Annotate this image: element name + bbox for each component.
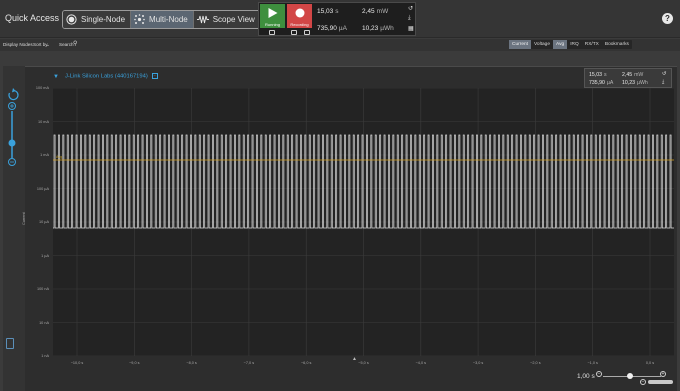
x-tick-label: −7,0 s bbox=[243, 361, 255, 365]
chevron-down-icon: ⌄ bbox=[46, 42, 50, 47]
y-tick-label: 100 mA bbox=[35, 86, 49, 90]
stat-energy: 10,23 µWh bbox=[362, 25, 394, 32]
stat-energy: 10,23 µWh bbox=[622, 80, 648, 86]
current-plot-svg bbox=[53, 88, 674, 356]
stat-time: 15,03 s bbox=[589, 72, 607, 78]
x-tick-label: 0,0 s bbox=[645, 361, 655, 365]
reset-icon[interactable]: ↺ bbox=[662, 71, 666, 77]
y-tick-label: 1 nA bbox=[41, 354, 49, 358]
y-tick-label: 1 mA bbox=[40, 153, 49, 157]
y-tick-label: 100 µA bbox=[36, 186, 49, 191]
stat-current: 735,90 µA bbox=[317, 25, 347, 32]
pan-minus-icon[interactable]: − bbox=[640, 379, 646, 385]
x-tick-label: −10,0 s bbox=[70, 361, 84, 365]
single-node-label: Single-Node bbox=[81, 15, 126, 24]
run-label: Running bbox=[265, 22, 280, 27]
x-axis: −10,0 s −9,0 s −8,0 s −7,0 s −6,0 s −5,0 s −4,… bbox=[53, 361, 674, 369]
scope-view-icon bbox=[196, 15, 209, 24]
download-icon[interactable]: ⤓ bbox=[408, 15, 411, 22]
toggle-avg[interactable]: Avg bbox=[553, 40, 568, 49]
x-tick-label: −3,0 s bbox=[472, 361, 484, 365]
x-tick-label: −6,0 s bbox=[300, 361, 312, 365]
collapse-triangle-icon[interactable]: ▼ bbox=[53, 74, 59, 80]
x-tick-label: −8,0 s bbox=[186, 361, 197, 365]
multi-node-label: Multi-Node bbox=[149, 15, 188, 24]
checkbox-icon[interactable] bbox=[304, 30, 310, 35]
scope-view-button[interactable]: Scope View bbox=[193, 11, 260, 28]
zoom-slider-thumb bbox=[8, 139, 16, 147]
single-node-icon bbox=[66, 14, 77, 25]
y-tick-label: 10 nA bbox=[39, 320, 49, 325]
device-name: J-Link Silicon Labs (440167194) bbox=[64, 73, 148, 80]
device-stats-panel: 15,03 s 2,45 mW 735,90 µA 10,23 µWh ↺ ⤓ bbox=[584, 68, 672, 88]
play-icon bbox=[268, 8, 277, 18]
collapse-box-icon[interactable]: − bbox=[151, 73, 158, 79]
top-toolbar: Quick Access⌄ Single-Node Multi-Node Sco… bbox=[0, 0, 680, 38]
single-node-button[interactable]: Single-Node bbox=[63, 11, 132, 28]
quick-access-menu[interactable]: Quick Access⌄ bbox=[5, 13, 70, 23]
zoom-out-icon[interactable]: − bbox=[596, 371, 602, 377]
x-tick-label: −9,0 s bbox=[129, 361, 140, 365]
pan-scrollbar[interactable] bbox=[648, 380, 673, 384]
record-icon bbox=[295, 8, 304, 18]
run-button[interactable]: Running bbox=[260, 4, 285, 28]
stat-power: 2,45 mW bbox=[362, 8, 389, 15]
zoom-value: 1,00 s bbox=[577, 373, 595, 380]
scroll-marker-icon[interactable]: ▲ bbox=[352, 356, 357, 362]
graph-options-bar: Display Nodes Sort by ⌄ Search ⚲ Current… bbox=[0, 39, 680, 51]
y-tick-label: 10 mA bbox=[38, 119, 49, 124]
signal-toggle-group: Current Voltage Avg IRQ RX/TX Bookmarks bbox=[509, 40, 632, 49]
view-mode-selector: Single-Node Multi-Node Scope View bbox=[62, 10, 261, 29]
refresh-icon bbox=[8, 88, 19, 101]
stat-time: 15,03 s bbox=[317, 8, 339, 15]
avg-marker-label: Avg bbox=[56, 155, 63, 159]
scope-view-label: Scope View bbox=[212, 15, 255, 24]
x-tick-label: −1,0 s bbox=[587, 361, 598, 365]
current-plot[interactable] bbox=[53, 88, 674, 356]
download-icon[interactable]: ⤓ bbox=[662, 79, 664, 86]
reset-icon[interactable]: ↺ bbox=[408, 5, 413, 12]
acquisition-control-panel: Running Recording 15,03 s 2,45 mW 735,90 µA… bbox=[258, 2, 416, 36]
zoom-slider-thumb[interactable] bbox=[627, 373, 633, 379]
x-tick-label: −5,0 s bbox=[358, 361, 369, 365]
y-tick-label: 1 µA bbox=[41, 253, 49, 258]
checkbox-icon[interactable] bbox=[269, 30, 275, 35]
toggle-bookmarks[interactable]: Bookmarks bbox=[602, 40, 632, 49]
stat-current: 735,90 µA bbox=[589, 80, 614, 86]
panel-toggle-icon[interactable] bbox=[6, 338, 14, 349]
y-tick-label: 100 nA bbox=[36, 287, 49, 291]
zoom-in-icon[interactable]: + bbox=[660, 371, 666, 377]
y-axis-label: Current bbox=[22, 212, 26, 225]
record-button[interactable]: Recording bbox=[287, 4, 312, 28]
display-nodes-button[interactable]: Display Nodes bbox=[3, 42, 33, 47]
x-tick-label: −4,0 s bbox=[415, 361, 427, 365]
checkbox-icon[interactable] bbox=[291, 30, 297, 35]
multi-node-button[interactable]: Multi-Node bbox=[131, 11, 194, 28]
help-icon[interactable]: ? bbox=[662, 13, 673, 24]
multi-node-icon bbox=[134, 14, 145, 24]
toggle-current[interactable]: Current bbox=[509, 40, 531, 49]
search-icon[interactable]: ⚲ bbox=[73, 40, 77, 47]
search-button[interactable]: Search bbox=[59, 42, 74, 47]
y-tick-label: 10 µA bbox=[39, 220, 49, 224]
stat-power: 2,45 mW bbox=[622, 72, 644, 78]
calculator-icon[interactable]: ▦ bbox=[408, 25, 414, 32]
record-label: Recording bbox=[290, 22, 309, 27]
toggle-voltage[interactable]: Voltage bbox=[531, 40, 553, 49]
toggle-rx-tx[interactable]: RX/TX bbox=[582, 40, 602, 49]
quick-access-label: Quick Access bbox=[5, 13, 60, 23]
y-axis: 100 mA 10 mA 1 mA 100 µA 10 µA 1 µA 100 nA 10 n… bbox=[25, 86, 52, 358]
toggle-irq[interactable]: IRQ bbox=[567, 40, 582, 49]
x-tick-label: −2,0 s bbox=[530, 361, 541, 365]
device-header[interactable]: ▼ J-Link Silicon Labs (440167194) − bbox=[53, 73, 158, 80]
